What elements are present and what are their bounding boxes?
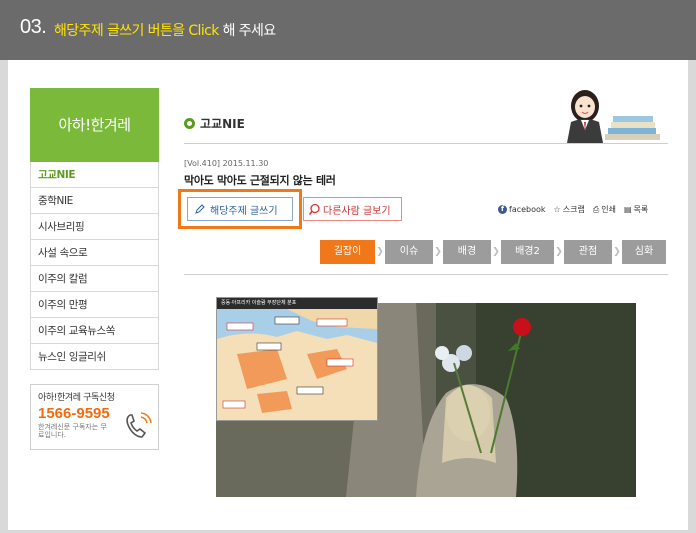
student-mascot-illustration (567, 90, 660, 143)
terror-map-inset: 중동·아프리카 이슬람 무장단체 분포 (216, 297, 378, 421)
sidebar-item-weekly-column[interactable]: 이주의 칼럼 (30, 266, 159, 292)
scrap-link[interactable]: ☆ 스크랩 (554, 204, 585, 215)
list-label: 목록 (633, 205, 649, 214)
facebook-share[interactable]: f facebook (498, 205, 546, 214)
step-number: 03. (20, 16, 47, 38)
print-label: 인쇄 (601, 205, 616, 214)
step-instruction: 해당주제 글쓰기 버튼을 Click 해 주세요 (54, 20, 276, 40)
print-link[interactable]: ⎙ 인쇄 (593, 204, 616, 215)
chevron-right-icon: ❯ (492, 247, 500, 257)
bullet-icon (184, 118, 195, 129)
tab-viewpoint[interactable]: 관점 (564, 240, 612, 264)
view-others-button[interactable]: 다른사람 글보기 (303, 197, 402, 221)
article-tools: f facebook ☆ 스크랩 ⎙ 인쇄 ▤ 목록 (498, 204, 648, 215)
chevron-right-icon: ❯ (376, 247, 384, 257)
chevron-right-icon: ❯ (613, 247, 621, 257)
sidebar-brand[interactable]: 아하!한겨레 (30, 88, 159, 162)
topic-tabs: 길잡이 ❯ 이슈 ❯ 배경 ❯ 배경2 ❯ 관점 ❯ 심화 (320, 240, 666, 264)
subscribe-note: 한겨레신문 구독자는 무료입니다. (38, 423, 107, 439)
chevron-right-icon: ❯ (555, 247, 563, 257)
header-divider (184, 143, 668, 144)
sidebar-item-weekly-cartoon[interactable]: 이주의 만평 (30, 292, 159, 318)
tab-issue[interactable]: 이슈 (385, 240, 433, 264)
instruction-bar: 03. 해당주제 글쓰기 버튼을 Click 해 주세요 (0, 0, 696, 60)
sidebar-item-current-briefing[interactable]: 시사브리핑 (30, 214, 159, 240)
step-suffix: 해 주세요 (218, 23, 277, 39)
tab-background-2[interactable]: 배경2 (501, 240, 554, 264)
sidebar-item-high-school-nie[interactable]: 고교NIE (30, 162, 159, 188)
tab-background[interactable]: 배경 (443, 240, 491, 264)
section-heading: 고교NIE (184, 115, 245, 132)
star-icon: ☆ (553, 205, 561, 214)
sidebar-item-editorial[interactable]: 사설 속으로 (30, 240, 159, 266)
list-icon: ▤ (623, 205, 632, 214)
section-title: 고교NIE (200, 117, 245, 131)
article-meta: [Vol.410] 2015.11.30 (184, 159, 269, 168)
sidebar-item-education-news[interactable]: 이주의 교육뉴스쏙 (30, 318, 159, 344)
printer-icon: ⎙ (592, 204, 600, 214)
subscribe-title: 아하!한겨레 구독신청 (38, 393, 115, 403)
view-others-label: 다른사람 글보기 (323, 205, 391, 217)
map-graphic (217, 309, 377, 420)
list-link[interactable]: ▤ 목록 (624, 204, 648, 215)
chevron-right-icon: ❯ (434, 247, 442, 257)
scrap-label: 스크랩 (562, 205, 585, 214)
phone-icon (126, 412, 152, 438)
step-highlight: 해당주제 글쓰기 버튼을 Click (54, 23, 219, 39)
highlight-box (178, 189, 302, 229)
facebook-icon: f (498, 205, 507, 214)
sidebar-item-news-english[interactable]: 뉴스인 잉글리쉬 (30, 344, 159, 370)
tab-guide[interactable]: 길잡이 (320, 240, 375, 264)
sidebar-nav: 고교NIE 중학NIE 시사브리핑 사설 속으로 이주의 칼럼 이주의 만평 이… (30, 162, 159, 370)
tabs-divider (184, 274, 668, 275)
facebook-label: facebook (509, 205, 546, 214)
article-title: 막아도 막아도 근절되지 않는 테러 (184, 174, 336, 187)
sidebar-item-middle-school-nie[interactable]: 중학NIE (30, 188, 159, 214)
tab-advanced[interactable]: 심화 (622, 240, 666, 264)
map-title: 중동·아프리카 이슬람 무장단체 분포 (217, 298, 377, 309)
subscribe-box[interactable]: 아하!한겨레 구독신청 1566-9595 한겨레신문 구독자는 무료입니다. (30, 384, 159, 450)
magnifier-icon (308, 203, 320, 215)
